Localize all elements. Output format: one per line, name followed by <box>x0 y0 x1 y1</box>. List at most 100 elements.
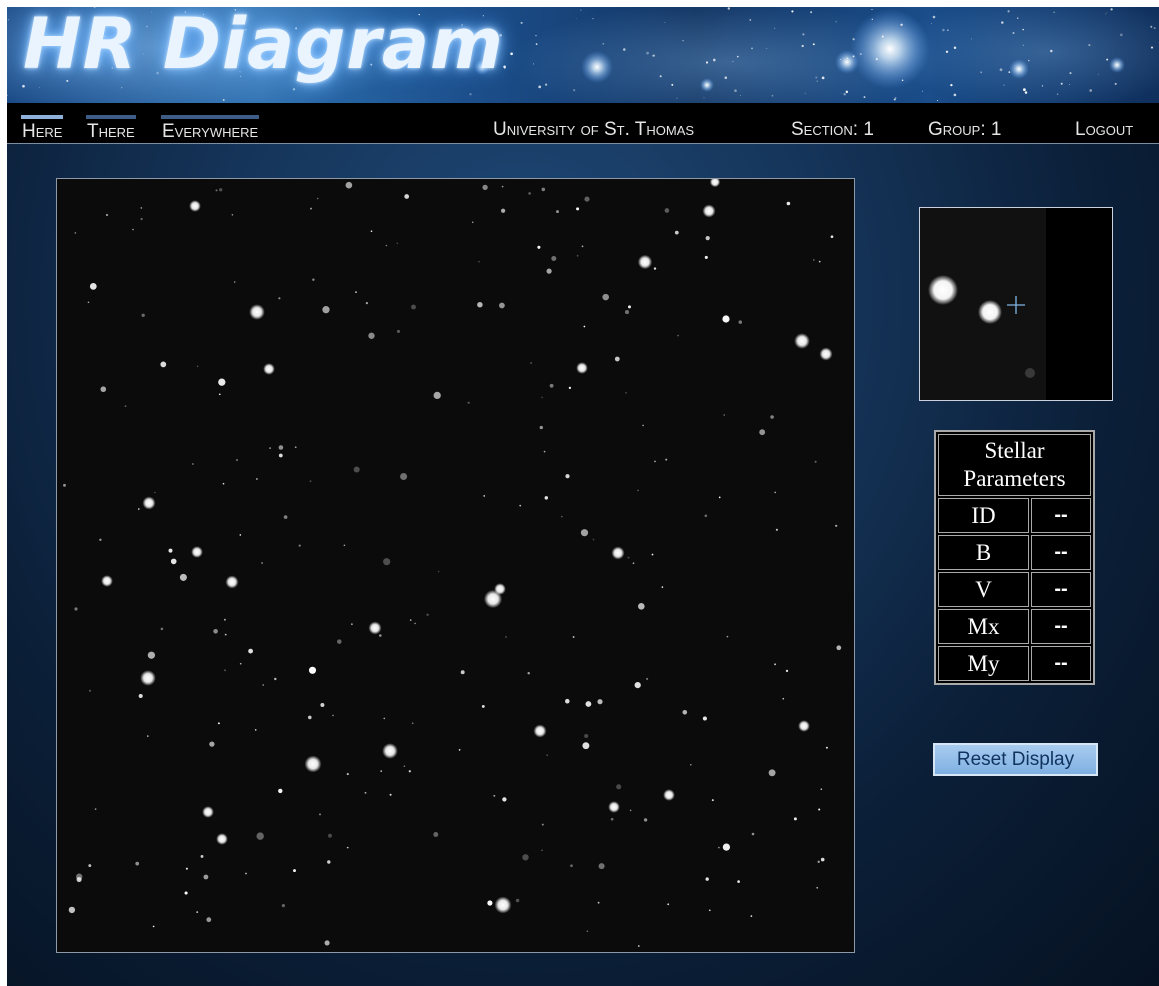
star[interactable] <box>141 313 145 317</box>
star[interactable] <box>322 306 330 314</box>
star[interactable] <box>245 872 247 875</box>
star[interactable] <box>281 904 285 908</box>
star[interactable] <box>263 363 275 375</box>
star[interactable] <box>774 491 777 494</box>
star[interactable] <box>353 466 360 473</box>
star[interactable] <box>505 636 507 638</box>
star[interactable] <box>262 684 265 686</box>
star[interactable] <box>382 743 398 759</box>
star[interactable] <box>426 613 429 616</box>
star[interactable] <box>337 639 342 644</box>
star[interactable] <box>817 860 820 863</box>
star[interactable] <box>379 634 382 637</box>
star[interactable] <box>646 677 649 680</box>
star[interactable] <box>565 474 570 479</box>
star[interactable] <box>396 242 399 245</box>
star[interactable] <box>135 861 140 866</box>
star[interactable] <box>309 480 312 483</box>
star[interactable] <box>370 230 373 232</box>
star[interactable] <box>332 714 334 717</box>
star[interactable] <box>546 268 552 274</box>
star[interactable] <box>63 483 66 487</box>
star[interactable] <box>170 558 177 565</box>
star[interactable] <box>160 627 164 631</box>
star[interactable] <box>519 504 522 507</box>
star[interactable] <box>770 415 774 419</box>
star[interactable] <box>278 445 284 450</box>
star[interactable] <box>304 755 322 773</box>
star[interactable] <box>218 393 221 396</box>
star[interactable] <box>343 544 346 547</box>
star[interactable] <box>310 207 312 210</box>
star[interactable] <box>76 873 83 880</box>
star[interactable] <box>759 429 766 436</box>
star[interactable] <box>278 297 281 300</box>
star[interactable] <box>477 301 483 308</box>
star[interactable] <box>396 329 401 333</box>
star[interactable] <box>565 698 570 704</box>
star[interactable] <box>249 304 265 320</box>
star[interactable] <box>723 414 725 416</box>
star[interactable] <box>561 515 563 518</box>
star[interactable] <box>627 556 630 559</box>
star[interactable] <box>88 864 92 868</box>
star[interactable] <box>324 940 330 946</box>
star[interactable] <box>460 670 465 675</box>
star[interactable] <box>132 228 134 231</box>
star[interactable] <box>651 553 654 556</box>
star[interactable] <box>798 720 810 732</box>
star[interactable] <box>551 255 557 262</box>
star[interactable] <box>88 689 92 692</box>
star[interactable] <box>403 765 406 767</box>
star[interactable] <box>610 817 614 821</box>
star[interactable] <box>346 773 349 776</box>
star[interactable] <box>818 808 821 811</box>
star[interactable] <box>704 255 708 259</box>
star[interactable] <box>642 424 644 427</box>
star[interactable] <box>345 181 353 189</box>
star[interactable] <box>786 201 791 206</box>
star[interactable] <box>722 315 730 323</box>
star[interactable] <box>471 221 474 224</box>
star[interactable] <box>704 514 708 518</box>
star[interactable] <box>718 846 720 849</box>
star[interactable] <box>383 558 391 566</box>
star-field-image[interactable] <box>56 176 855 953</box>
star[interactable] <box>768 769 776 777</box>
star[interactable] <box>541 187 546 192</box>
star[interactable] <box>74 232 77 234</box>
star[interactable] <box>231 214 234 216</box>
star[interactable] <box>816 886 819 889</box>
star[interactable] <box>592 538 595 541</box>
star[interactable] <box>570 864 573 868</box>
tab-there[interactable]: There <box>86 115 136 145</box>
star[interactable] <box>185 867 188 870</box>
star[interactable] <box>608 801 620 813</box>
star[interactable] <box>830 235 834 239</box>
star[interactable] <box>794 333 810 349</box>
star[interactable] <box>598 863 605 870</box>
star[interactable] <box>705 236 710 241</box>
star[interactable] <box>718 496 721 499</box>
star[interactable] <box>629 809 632 812</box>
star[interactable] <box>216 833 228 845</box>
star[interactable] <box>585 701 592 707</box>
star[interactable] <box>751 832 755 836</box>
star[interactable] <box>327 860 331 864</box>
star[interactable] <box>527 671 530 675</box>
logout-link[interactable]: Logout <box>1075 119 1133 141</box>
star[interactable] <box>225 575 239 589</box>
star[interactable] <box>101 575 113 587</box>
star[interactable] <box>142 496 156 510</box>
star[interactable] <box>689 763 692 766</box>
star[interactable] <box>215 189 218 192</box>
star[interactable] <box>576 254 579 257</box>
star[interactable] <box>68 906 76 914</box>
star[interactable] <box>138 693 143 699</box>
star[interactable] <box>637 254 653 270</box>
star[interactable] <box>738 320 743 324</box>
star[interactable] <box>294 446 297 449</box>
star[interactable] <box>278 788 283 794</box>
star[interactable] <box>663 789 675 801</box>
star[interactable] <box>254 729 257 731</box>
